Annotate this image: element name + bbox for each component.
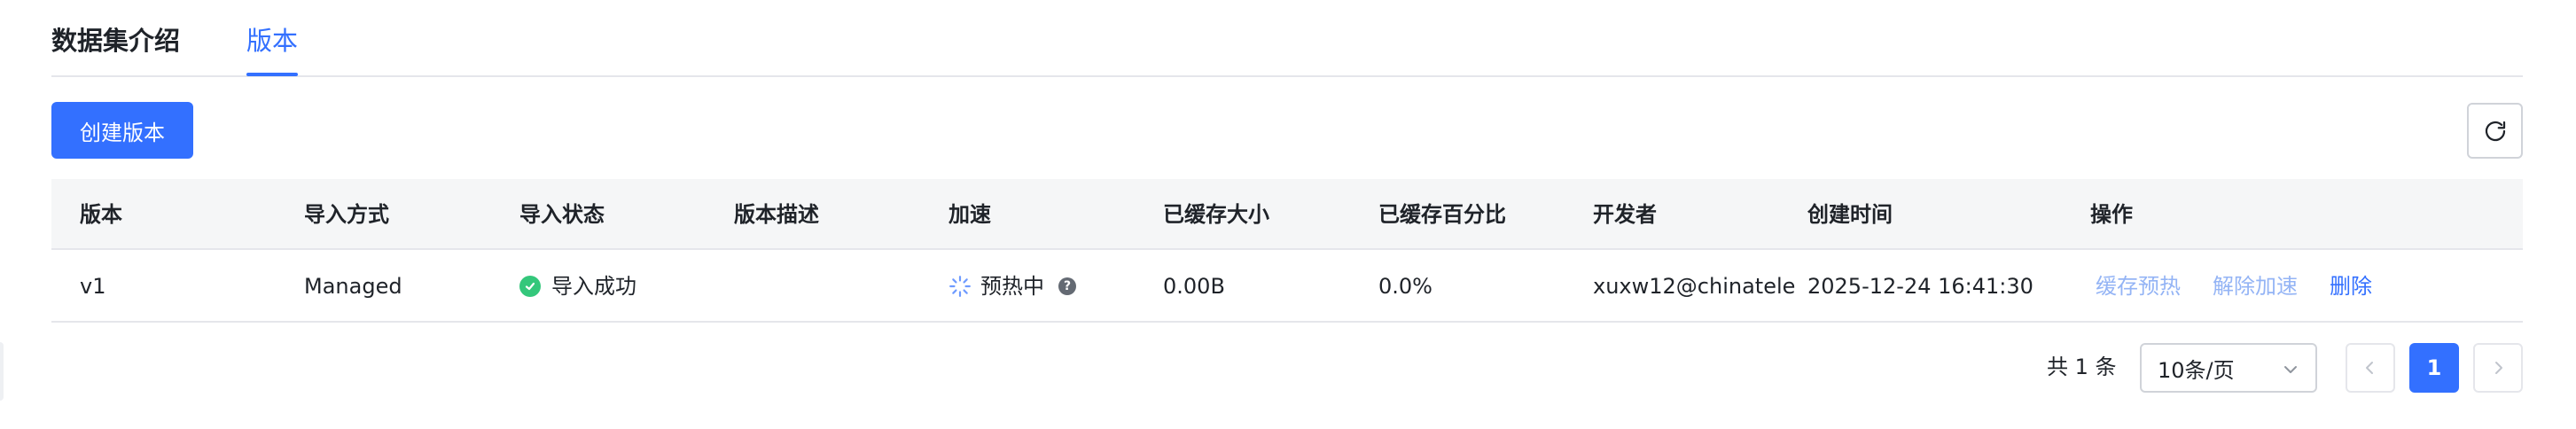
create-version-button[interactable]: 创建版本 (51, 102, 193, 159)
acceleration-label: 预热中 (980, 274, 1044, 299)
header-cached-percent: 已缓存百分比 (1378, 202, 1506, 227)
tab-version[interactable]: 版本 (246, 25, 298, 57)
help-icon[interactable]: ? (1058, 277, 1076, 295)
check-circle-icon (519, 276, 541, 297)
page-size-value: 10条/页 (2158, 357, 2235, 383)
cell-import-status: 导入成功 (519, 250, 636, 323)
cell-actions: 缓存预热 解除加速 删除 (2096, 250, 2372, 323)
cell-created-at: 2025-12-24 16:41:30 (1807, 274, 2033, 299)
chevron-right-icon (2495, 362, 2502, 374)
header-developer: 开发者 (1593, 202, 1657, 227)
cell-cached-percent: 0.0% (1378, 274, 1432, 299)
cell-version: v1 (80, 274, 106, 299)
header-import-method: 导入方式 (304, 202, 389, 227)
chevron-left-icon (2366, 362, 2373, 374)
pagination-total: 共 1 条 (2047, 355, 2117, 379)
import-status-label: 导入成功 (551, 274, 636, 299)
next-page-button[interactable] (2473, 343, 2523, 393)
cell-import-method: Managed (304, 274, 402, 299)
tab-bar: 数据集介绍 版本 (51, 0, 2523, 77)
versions-table: 版本 导入方式 导入状态 版本描述 加速 已缓存大小 已缓存百分比 开发者 创建… (51, 179, 2523, 323)
cell-acceleration: 预热中 ? (948, 250, 1076, 323)
refresh-button[interactable] (2467, 103, 2523, 159)
prev-page-button[interactable] (2346, 343, 2395, 393)
delete-link[interactable]: 删除 (2330, 250, 2372, 323)
side-drawer-handle[interactable] (0, 342, 4, 401)
table-row: v1 Managed 导入成功 预热中 ? 0.00B 0.0% xuxw12@… (51, 250, 2523, 323)
header-acceleration: 加速 (948, 202, 991, 227)
header-actions: 操作 (2090, 202, 2133, 227)
page-button-current[interactable]: 1 (2409, 343, 2459, 393)
loading-spinner-icon (949, 276, 971, 297)
cell-developer: xuxw12@chinatele (1593, 274, 1796, 299)
table-header: 版本 导入方式 导入状态 版本描述 加速 已缓存大小 已缓存百分比 开发者 创建… (51, 179, 2523, 250)
refresh-icon (2485, 121, 2505, 141)
header-version: 版本 (80, 202, 122, 227)
remove-acceleration-link[interactable]: 解除加速 (2213, 250, 2298, 323)
chevron-down-icon (2284, 366, 2297, 373)
tab-dataset-intro[interactable]: 数据集介绍 (51, 25, 180, 57)
header-description: 版本描述 (734, 202, 819, 227)
header-import-status: 导入状态 (519, 202, 605, 227)
cell-cached-size: 0.00B (1163, 274, 1225, 299)
header-created-at: 创建时间 (1807, 202, 1893, 227)
active-tab-indicator (246, 73, 298, 76)
cache-preheat-link[interactable]: 缓存预热 (2096, 250, 2181, 323)
header-cached-size: 已缓存大小 (1163, 202, 1269, 227)
page-size-select[interactable]: 10条/页 (2140, 343, 2317, 393)
